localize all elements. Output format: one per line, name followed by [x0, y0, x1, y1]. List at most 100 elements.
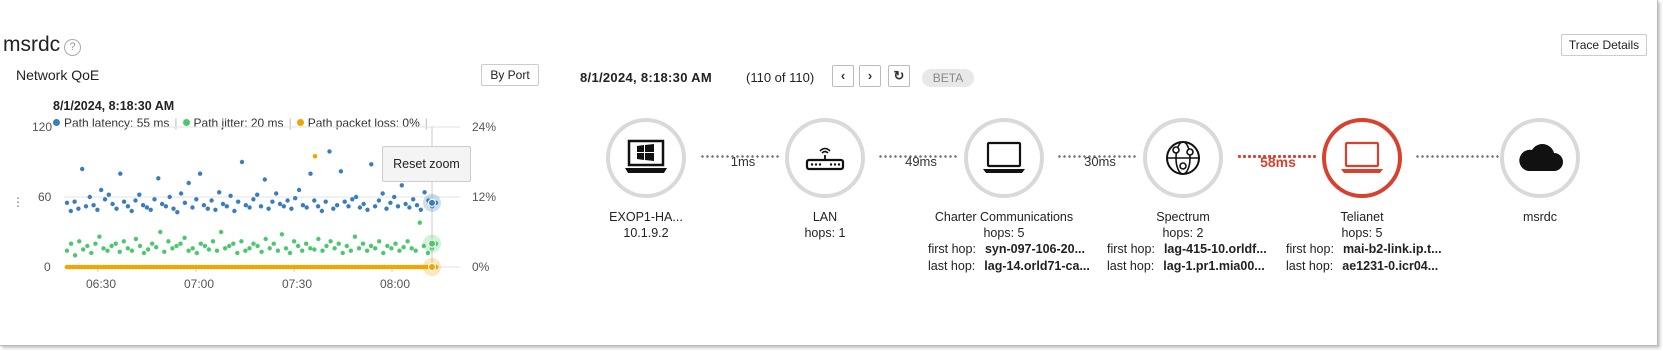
reset-zoom-button[interactable]: Reset zoom	[382, 146, 471, 182]
jitter-point	[275, 248, 281, 253]
first-hop-row: first hop: mai-b2-link.ip.t...	[1286, 242, 1442, 256]
latency-point	[99, 187, 104, 193]
latency-point	[140, 203, 146, 208]
node-charter[interactable]	[964, 118, 1044, 198]
latency-point	[163, 204, 169, 209]
jitter-point	[97, 234, 102, 239]
jitter-point	[413, 248, 418, 253]
trace-timestamp: 8/1/2024, 8:18:30 AM	[580, 70, 712, 85]
trace-details-button[interactable]: Trace Details	[1561, 34, 1647, 56]
latency-point	[186, 180, 191, 186]
node-hops: hops: 2	[1162, 226, 1204, 240]
latency-point	[87, 194, 93, 200]
latency-point	[224, 204, 229, 209]
jitter-point	[295, 243, 301, 249]
latency-point	[346, 204, 351, 209]
latency-point	[277, 201, 283, 207]
latency-point	[285, 198, 290, 203]
jitter-point	[397, 248, 402, 253]
latency-point	[414, 203, 420, 208]
latency-point	[129, 208, 134, 214]
latency-point	[171, 206, 176, 211]
latency-point	[133, 198, 138, 203]
latency-point	[422, 190, 427, 195]
jitter-point	[312, 247, 317, 252]
node-exop1[interactable]	[606, 118, 686, 198]
latency-point	[262, 177, 267, 182]
jitter-point	[186, 248, 191, 253]
first-hop-row: first hop: lag-415-10.orldf...	[1107, 242, 1267, 256]
first-hop-value[interactable]: mai-b2-link.ip.t...	[1343, 242, 1442, 256]
jitter-point	[154, 245, 159, 250]
latency-point	[308, 171, 313, 176]
latency-point	[319, 208, 325, 214]
first-hop-value[interactable]: syn-097-106-20...	[985, 242, 1085, 256]
latency-point	[357, 205, 363, 210]
node-telianet[interactable]	[1322, 118, 1402, 198]
refresh-button[interactable]: ↻	[888, 65, 910, 87]
latency-point	[68, 208, 74, 214]
latency-point	[361, 201, 366, 207]
jitter-point	[218, 229, 224, 235]
latency-point	[342, 199, 347, 204]
jitter-point	[81, 247, 86, 252]
latency-point	[137, 192, 142, 197]
latency-point	[167, 194, 172, 200]
link-latency: 1ms	[730, 154, 756, 169]
latency-point	[205, 206, 210, 211]
latency-point	[72, 199, 77, 204]
last-hop-value[interactable]: lag-1.pr1.mia00...	[1163, 259, 1264, 273]
jitter-point	[255, 243, 260, 249]
latency-point	[64, 200, 70, 205]
jitter-point	[105, 248, 110, 253]
jitter-point	[279, 232, 285, 237]
latency-point	[304, 205, 309, 210]
latency-point	[407, 205, 412, 210]
latency-point	[376, 198, 382, 203]
node-name: Charter Communications	[934, 210, 1074, 224]
latency-point	[228, 193, 233, 198]
latency-point	[411, 197, 416, 202]
latency-point	[125, 204, 131, 209]
jitter-point	[247, 246, 252, 251]
latency-point	[91, 203, 96, 208]
latency-point	[403, 201, 408, 207]
jitter-point	[243, 248, 248, 253]
jitter-point	[158, 229, 163, 235]
jitter-point	[389, 246, 394, 251]
last-hop-value[interactable]: ae1231-0.icr04...	[1342, 259, 1438, 273]
node-hops: hops: 5	[983, 226, 1025, 240]
node-name: Spectrum	[1156, 210, 1210, 224]
node-msrdc[interactable]	[1500, 118, 1580, 198]
packet-loss-point	[312, 153, 318, 159]
latency-point	[372, 204, 378, 209]
hover-marker-packet-loss	[428, 263, 436, 271]
first-hop-value[interactable]: lag-415-10.orldf...	[1164, 242, 1267, 256]
jitter-point	[214, 248, 220, 253]
node-lan[interactable]	[785, 118, 865, 198]
link-line	[1415, 155, 1500, 158]
latency-point	[197, 171, 203, 176]
latency-point	[114, 206, 119, 211]
jitter-point	[364, 248, 370, 253]
latency-point	[384, 206, 389, 211]
jitter-point	[393, 241, 398, 246]
latency-point	[300, 203, 306, 208]
node-hops: hops: 1	[804, 226, 846, 240]
node-spectrum[interactable]	[1143, 118, 1223, 198]
next-trace-button[interactable]: ›	[859, 65, 881, 87]
jitter-point	[287, 250, 293, 256]
latency-point	[232, 208, 237, 214]
prev-trace-button[interactable]: ‹	[832, 65, 854, 87]
latency-point	[156, 176, 161, 181]
node-name: EXOP1-HA...	[609, 210, 683, 224]
jitter-point	[178, 241, 183, 246]
latency-point	[110, 201, 115, 207]
last-hop-value[interactable]: lag-14.orld71-ca...	[984, 259, 1090, 273]
latency-point	[315, 204, 321, 209]
router-icon	[805, 147, 845, 171]
link-latency: 49ms	[905, 154, 937, 169]
latency-point	[106, 192, 112, 197]
jitter-point	[336, 241, 341, 246]
jitter-point	[64, 248, 70, 253]
